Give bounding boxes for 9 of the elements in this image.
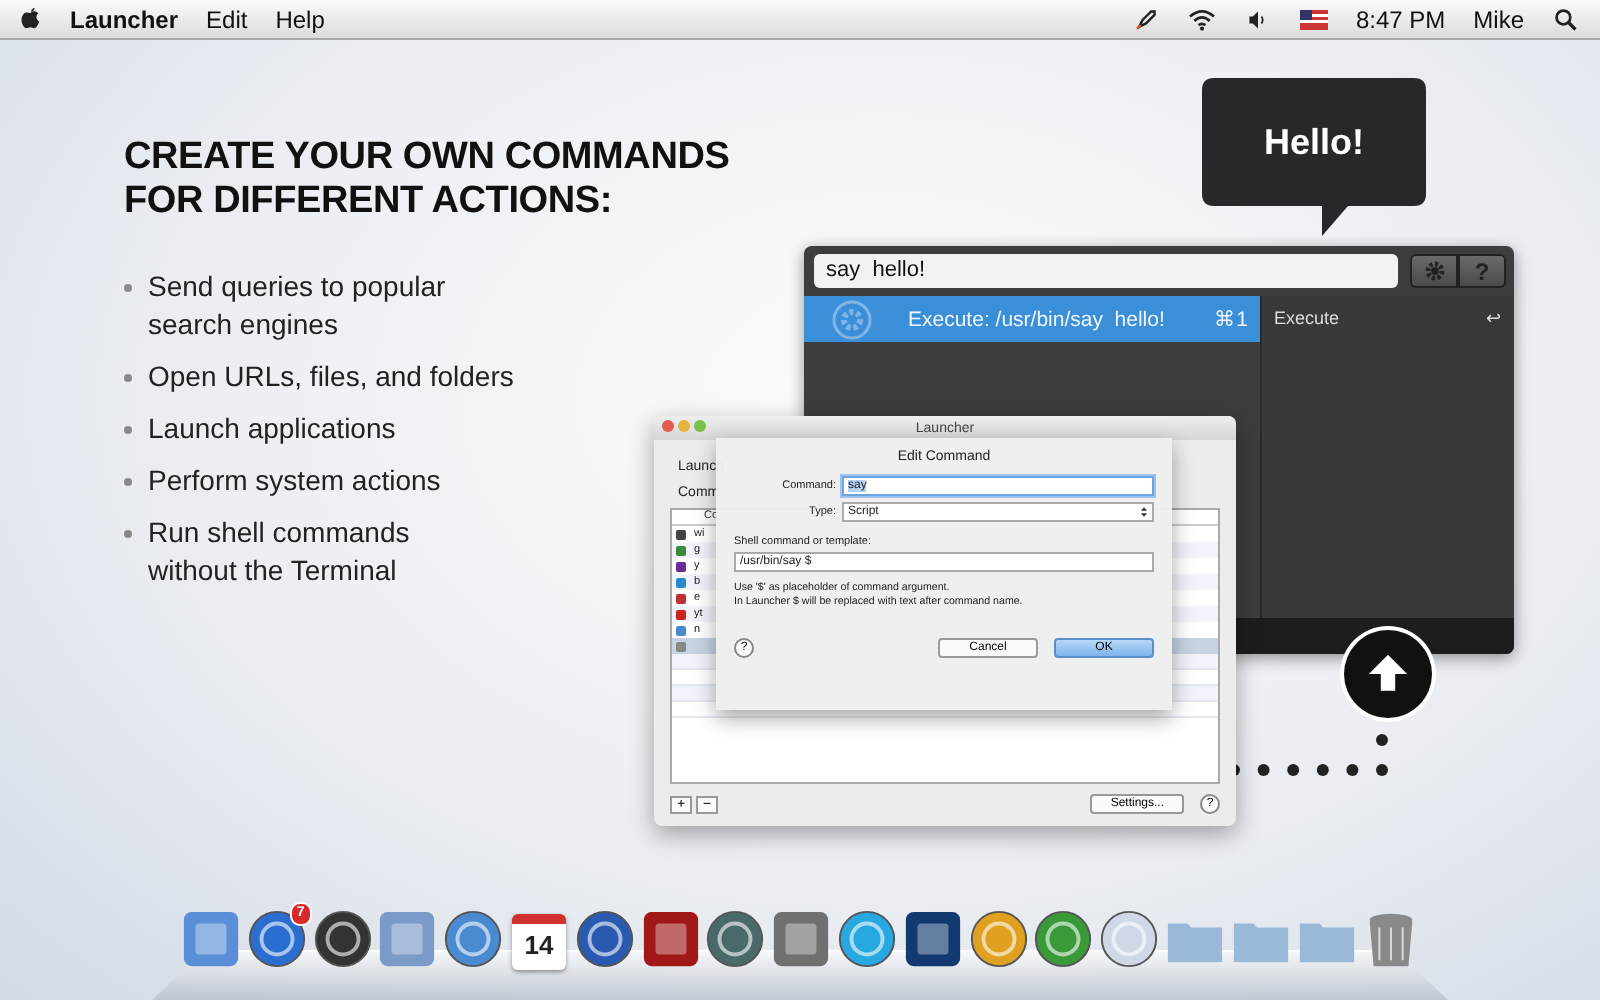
feature-text: Launch applications: [148, 410, 396, 448]
feature-text: Perform system actions: [148, 462, 441, 500]
feature-text: Run shell commands without the Terminal: [148, 514, 410, 590]
feature-text: Send queries to popular search engines: [148, 268, 446, 344]
action-label: Execute: [1274, 308, 1340, 332]
headline: CREATE YOUR OWN COMMANDS FOR DIFFERENT ACTIONS:: [124, 136, 730, 224]
feature-text: Open URLs, files, and folders: [148, 358, 514, 396]
return-key: ↩: [1486, 308, 1502, 332]
speech-bubble: Hello!: [1202, 78, 1426, 236]
